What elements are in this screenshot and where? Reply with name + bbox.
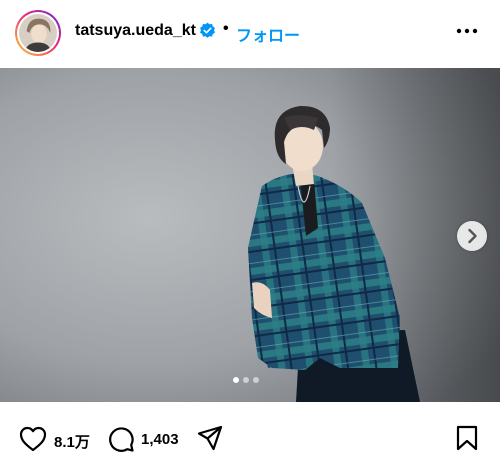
username-link[interactable]: tatsuya.ueda_kt [75, 22, 196, 40]
follow-button[interactable]: フォロー [236, 22, 300, 46]
like-count[interactable]: 8.1万 [54, 431, 90, 452]
avatar[interactable] [19, 14, 57, 52]
carousel-dot-active [233, 377, 239, 383]
separator-dot: • [223, 20, 229, 37]
photo-illustration [0, 68, 500, 402]
bookmark-icon[interactable] [454, 424, 480, 452]
comment-bubble-icon[interactable] [107, 425, 135, 453]
post-header: tatsuya.ueda_kt • フォロー [0, 0, 500, 68]
paper-plane-icon[interactable] [196, 424, 224, 452]
more-options-icon[interactable] [455, 24, 479, 38]
chevron-right-icon [468, 228, 477, 244]
carousel-indicator [233, 377, 259, 385]
avatar-story-ring[interactable] [15, 10, 61, 56]
action-bar: 8.1万 1,403 [0, 402, 500, 462]
comment-count[interactable]: 1,403 [141, 431, 179, 448]
next-photo-button[interactable] [457, 221, 487, 251]
verified-badge-icon [200, 22, 215, 38]
heart-icon[interactable] [19, 426, 47, 452]
carousel-dot [243, 377, 249, 383]
carousel-dot [253, 377, 259, 383]
post-photo[interactable] [0, 68, 500, 402]
avatar-border [17, 12, 59, 54]
